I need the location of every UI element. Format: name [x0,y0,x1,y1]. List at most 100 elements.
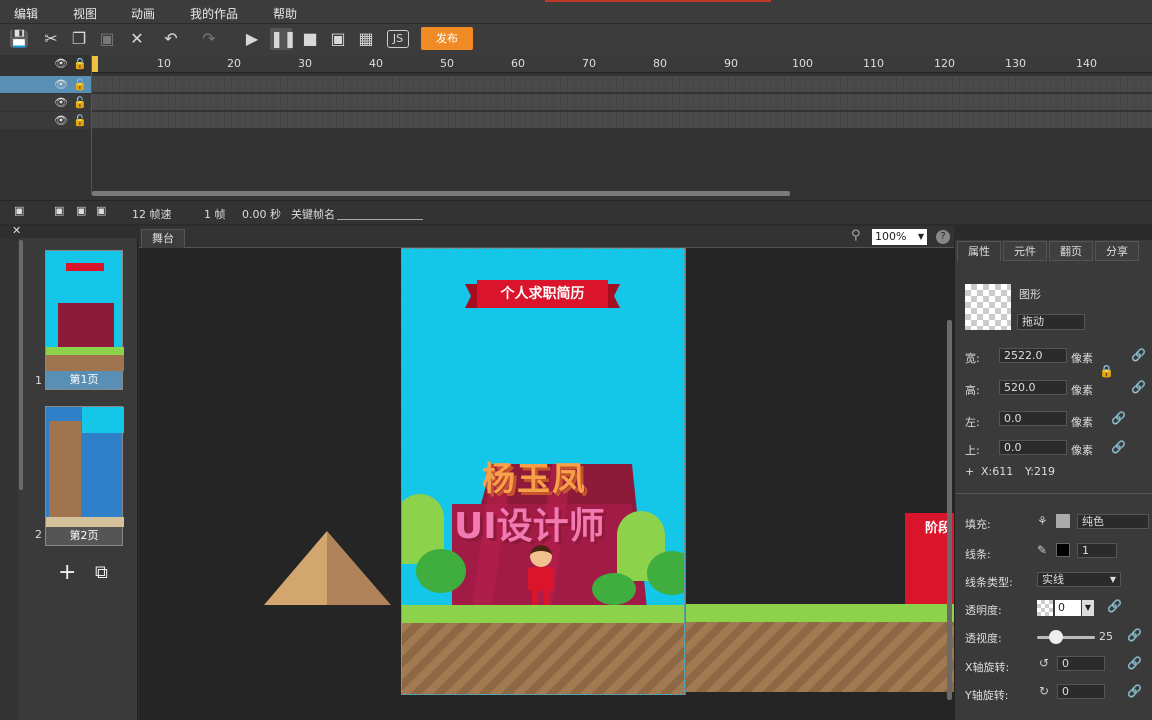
link-icon[interactable]: 🔗 [1131,380,1146,394]
paste-icon[interactable]: ▣ [96,28,118,50]
add-layer-icon[interactable]: ▣ [14,204,24,217]
link-icon[interactable]: 🔗 [1131,348,1146,362]
width-input[interactable]: 2522.0 [999,348,1067,363]
fill-mode-select[interactable]: 纯色 [1077,514,1149,529]
page-label: 第2页 [46,527,122,545]
playhead[interactable] [92,56,98,72]
layer-mask-icon[interactable]: ▣ [76,204,86,217]
keyframe-name-input[interactable] [337,219,423,220]
cut-icon[interactable]: ✂ [40,28,62,50]
pause-icon[interactable]: ❚❚ [270,28,297,50]
yrot-input[interactable]: 0 [1057,684,1105,699]
tick-label: 70 [582,57,596,70]
stroke-color-swatch[interactable] [1056,543,1070,557]
timeline-scrollbar[interactable] [92,191,790,196]
tab-page-turn[interactable]: 翻页 [1049,241,1093,261]
add-page-icon[interactable]: + [58,560,76,585]
page-number: 1 [35,374,42,387]
page-thumbnail-2[interactable]: 第2页 [45,406,124,546]
chevron-down-icon: ▼ [917,232,924,241]
props-scrollbar[interactable] [947,320,952,700]
link-icon[interactable]: 🔗 [1127,656,1142,670]
lock-icon[interactable]: 🔓 [73,78,87,91]
menu-edit[interactable]: 编辑 [14,5,38,22]
character-leg [532,591,538,605]
lock-icon[interactable]: 🔒 [73,57,87,70]
menu-help[interactable]: 帮助 [273,5,297,22]
height-input[interactable]: 520.0 [999,380,1067,395]
redo-icon[interactable]: ↷ [198,28,220,50]
stroke-width-input[interactable]: 1 [1077,543,1117,558]
tab-stage[interactable]: 舞台 [141,229,185,248]
lock-icon[interactable]: 🔓 [73,114,87,127]
eye-icon[interactable]: 👁 [54,57,68,70]
frame-ruler[interactable]: 10 20 30 40 50 60 70 80 90 100 110 120 1… [92,55,1152,73]
top-input[interactable]: 0.0 [999,440,1067,455]
eye-icon[interactable]: 👁 [54,78,68,91]
link-icon[interactable]: 🔗 [1127,628,1142,642]
eye-icon[interactable]: 👁 [54,96,68,109]
link-icon[interactable]: 🔗 [1111,440,1126,454]
delete-icon[interactable]: ✕ [126,28,148,50]
preview-icon[interactable]: ▣ [327,28,349,50]
layer-folder-icon[interactable]: ▣ [54,204,64,217]
layer-row[interactable]: 👁 🔓 [0,94,92,111]
drag-field[interactable]: 拖动 [1017,314,1085,330]
left-input[interactable]: 0.0 [999,411,1067,426]
help-icon[interactable]: ? [936,230,950,244]
menu-view[interactable]: 视图 [73,5,97,22]
perspective-slider-handle[interactable] [1049,630,1063,644]
import-page-icon[interactable]: ⧉ [95,562,108,583]
lock-ratio-icon[interactable]: 🔒 [1099,364,1114,378]
close-icon[interactable]: ✕ [12,224,21,237]
zoom-select[interactable]: 100% ▼ [872,229,927,245]
tick-label: 130 [1005,57,1026,70]
js-icon[interactable]: JS [387,30,409,48]
thumb-floor [46,517,124,527]
tab-elements[interactable]: 元件 [1003,241,1047,261]
tab-share[interactable]: 分享 [1095,241,1139,261]
link-icon[interactable]: 🔗 [1107,599,1122,613]
tab-properties[interactable]: 属性 [957,241,1001,261]
zoom-icon[interactable]: ⚲ [851,228,861,243]
layer-row[interactable]: 👁 🔓 [0,112,92,129]
pages-panel-header: ✕ [0,224,138,238]
page-thumbnail-1[interactable]: 第1页 [45,250,124,390]
opacity-input[interactable]: 0 [1055,600,1081,616]
pen-icon[interactable]: ✎ [1037,543,1047,557]
layer-track[interactable] [92,94,1152,111]
copy-icon[interactable]: ❐ [68,28,90,50]
qrcode-icon[interactable]: ▦ [355,28,377,50]
timeline-status-bar: ▣ ▣ ▣ ▣ 12 帧速 1 帧 0.00 秒 关键帧名 [0,200,1152,224]
fps-readout: 12 帧速 [132,208,172,221]
link-icon[interactable]: 🔗 [1111,411,1126,425]
play-icon[interactable]: ▶ [241,28,263,50]
perspective-value: 25 [1099,630,1113,643]
undo-icon[interactable]: ↶ [160,28,182,50]
layer-row[interactable]: 👁 🔓 [0,76,92,93]
perspective-slider[interactable] [1037,636,1095,639]
link-icon[interactable]: 🔗 [1127,684,1142,698]
stage-canvas[interactable]: 个人求职简历 杨玉凤 UI设计师 [401,248,685,695]
menu-my-works[interactable]: 我的作品 [190,5,238,22]
menu-animation[interactable]: 动画 [131,5,155,22]
properties-panel: 属性 元件 翻页 分享 图形 拖动 宽: 2522.0 像素 🔗 高: 520.… [947,240,1152,720]
pages-scrollbar[interactable] [19,240,23,490]
paint-bucket-icon[interactable]: ⚘ [1037,514,1048,528]
eye-icon[interactable]: 👁 [54,114,68,127]
ground-dirt [402,623,684,694]
delete-layer-icon[interactable]: ▣ [96,204,106,217]
stop-icon[interactable]: ■ [299,28,321,50]
save-icon[interactable]: 💾 [8,28,30,50]
stage-area[interactable]: 舞台 ⚲ 100% ▼ ? 阶段 个人求职简历 杨玉凤 UI设计师 [139,226,954,720]
layer-track[interactable] [92,76,1152,93]
layer-track[interactable] [92,112,1152,129]
chevron-down-icon[interactable]: ▼ [1082,600,1094,616]
stroke-type-select[interactable]: 实线 ▼ [1037,572,1121,587]
fill-color-swatch[interactable] [1056,514,1070,528]
lock-icon[interactable]: 🔓 [73,96,87,109]
publish-button[interactable]: 发布 [421,27,473,50]
pyramid-shape[interactable] [264,531,392,606]
xrot-input[interactable]: 0 [1057,656,1105,671]
character-body [528,567,554,591]
